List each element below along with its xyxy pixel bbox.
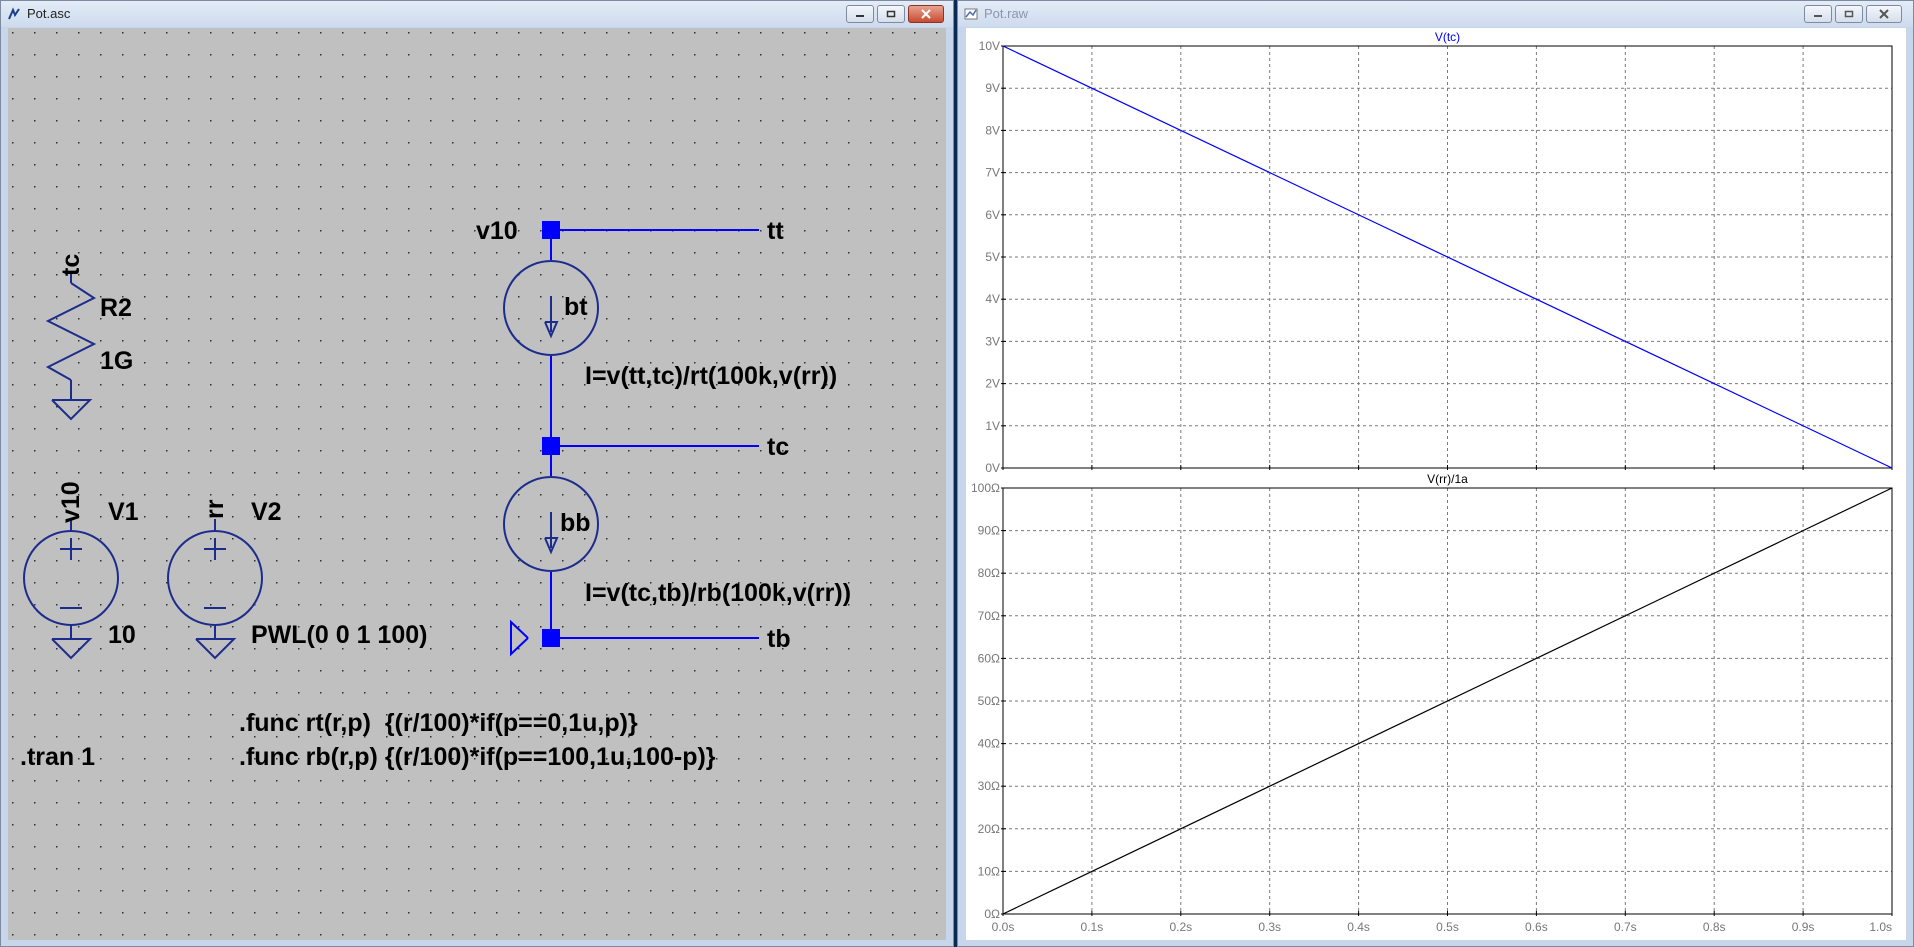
y-tick-label: 0Ω: [984, 907, 1000, 921]
directive-func-rb[interactable]: .func rb(r,p) {(r/100)*if(p==100,1u,100-…: [239, 743, 716, 771]
ltspice-app-icon: [8, 7, 20, 20]
net-label-tc: tc: [767, 433, 789, 461]
net-label-v10: v10: [476, 217, 518, 245]
minimize-icon: [1814, 15, 1822, 17]
junction-dot: [542, 629, 560, 647]
pane-title[interactable]: V(tc): [1435, 30, 1460, 44]
waveform-app-icon: [964, 8, 978, 20]
x-tick-label: 0.3s: [1258, 920, 1281, 934]
restore-icon: [886, 10, 896, 18]
y-tick-label: 50Ω: [978, 694, 1000, 708]
plot-window[interactable]: Pot.raw V(tc) 0V 1V 2V 3V 4V 5V 6V 7V 8V 9V 10V V(rr…: [957, 0, 1914, 947]
junction-dot: [542, 221, 560, 239]
label-v1-name: V1: [108, 498, 139, 526]
label-bb-name: bb: [560, 509, 591, 537]
y-tick-label: 5V: [985, 250, 1000, 264]
y-tick-label: 3V: [985, 334, 1000, 348]
label-r2-name: R2: [100, 294, 132, 322]
x-tick-label: 0.5s: [1436, 920, 1459, 934]
y-tick-label: 30Ω: [978, 779, 1000, 793]
schematic-titlebar[interactable]: Pot.asc: [1, 1, 953, 27]
schematic-window[interactable]: Pot.asc tc R2 1G v10 V1 10 rr V2 PWL(0 0…: [0, 0, 954, 947]
label-v1-net: v10: [57, 481, 85, 523]
label-bb-expr: I=v(tc,tb)/rb(100k,v(rr)): [585, 579, 851, 607]
plot-window-title: Pot.raw: [984, 6, 1029, 21]
y-tick-label: 0V: [985, 461, 1000, 475]
close-icon: [1879, 9, 1889, 19]
y-tick-label: 8V: [985, 123, 1000, 137]
label-bt-expr: I=v(tt,tc)/rt(100k,v(rr)): [585, 362, 837, 390]
x-tick-label: 0.7s: [1614, 920, 1637, 934]
y-tick-label: 9V: [985, 81, 1000, 95]
y-tick-label: 40Ω: [978, 737, 1000, 751]
y-tick-label: 6V: [985, 208, 1000, 222]
schematic-canvas[interactable]: tc R2 1G v10 V1 10 rr V2 PWL(0 0 1 100) …: [8, 28, 946, 940]
junction-dot: [542, 437, 560, 455]
x-tick-label: 0.8s: [1703, 920, 1726, 934]
x-tick-label: 0.0s: [992, 920, 1015, 934]
y-tick-label: 2V: [985, 377, 1000, 391]
restore-button[interactable]: [1835, 5, 1863, 23]
label-bt-name: bt: [564, 293, 588, 321]
label-v2-name: V2: [251, 498, 282, 526]
minimize-button[interactable]: [1804, 5, 1832, 23]
label-v1-value: 10: [108, 621, 136, 649]
y-tick-label: 90Ω: [978, 524, 1000, 538]
x-tick-label: 0.1s: [1081, 920, 1104, 934]
x-tick-label: 0.9s: [1792, 920, 1815, 934]
directive-tran[interactable]: .tran 1: [20, 743, 95, 771]
label-v2-value: PWL(0 0 1 100): [251, 621, 427, 649]
plot-titlebar[interactable]: Pot.raw: [958, 1, 1913, 27]
schematic-drawing: tc R2 1G v10 V1 10 rr V2 PWL(0 0 1 100) …: [8, 28, 946, 940]
x-tick-label: 1.0s: [1869, 920, 1892, 934]
y-tick-label: 70Ω: [978, 609, 1000, 623]
y-tick-label: 1V: [985, 419, 1000, 433]
y-tick-label: 7V: [985, 166, 1000, 180]
restore-button[interactable]: [877, 5, 905, 23]
label-v2-net: rr: [201, 499, 229, 519]
minimize-icon: [856, 15, 864, 17]
y-tick-label: 10Ω: [978, 864, 1000, 878]
y-tick-label: 20Ω: [978, 822, 1000, 836]
net-label-tb: tb: [767, 625, 791, 653]
plot-area[interactable]: V(tc) 0V 1V 2V 3V 4V 5V 6V 7V 8V 9V 10V V(rr)/1a 0Ω 10…: [966, 28, 1906, 940]
pane-title[interactable]: V(rr)/1a: [1427, 472, 1468, 486]
close-icon: [921, 9, 931, 19]
minimize-button[interactable]: [846, 5, 874, 23]
y-tick-label: 4V: [985, 292, 1000, 306]
directive-func-rt[interactable]: .func rt(r,p) {(r/100)*if(p==0,1u,p)}: [239, 709, 638, 737]
label-r2-value: 1G: [100, 347, 133, 375]
x-tick-label: 0.2s: [1169, 920, 1192, 934]
schematic-window-title: Pot.asc: [27, 6, 71, 21]
y-tick-label: 80Ω: [978, 566, 1000, 580]
label-r2-net: tc: [57, 254, 85, 276]
x-tick-label: 0.6s: [1525, 920, 1548, 934]
y-tick-label: 100Ω: [971, 481, 1000, 495]
y-tick-label: 60Ω: [978, 651, 1000, 665]
close-button[interactable]: [908, 5, 944, 23]
waveform-plot[interactable]: V(tc) 0V 1V 2V 3V 4V 5V 6V 7V 8V 9V 10V V(rr)/1a 0Ω 10…: [966, 28, 1906, 940]
x-tick-label: 0.4s: [1347, 920, 1370, 934]
y-tick-label: 10V: [979, 39, 1000, 53]
restore-icon: [1844, 10, 1854, 18]
net-label-tt: tt: [767, 217, 784, 245]
close-button[interactable]: [1866, 5, 1902, 23]
